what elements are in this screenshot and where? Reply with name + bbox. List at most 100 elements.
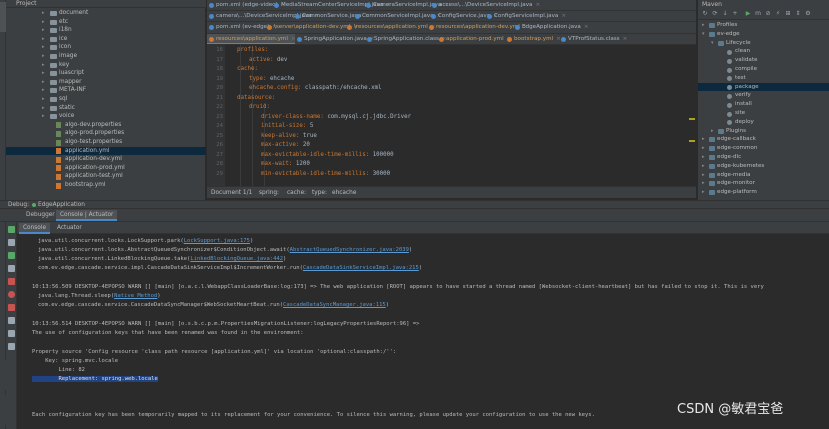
chevron-right-icon[interactable]: ▸ xyxy=(42,18,45,27)
editor-tab[interactable]: EdgeApplication.java × xyxy=(513,22,589,33)
maven-tree-item[interactable]: ▸ edge-kubernetes xyxy=(698,162,829,171)
project-tree-item[interactable]: ▸ mapper xyxy=(6,78,206,87)
project-tree-item[interactable]: ▸ sql xyxy=(6,95,206,104)
chevron-right-icon[interactable]: ▸ xyxy=(702,153,705,162)
close-icon[interactable]: × xyxy=(535,2,540,8)
chevron-right-icon[interactable]: ▸ xyxy=(702,144,705,153)
rerun-icon[interactable] xyxy=(8,226,15,233)
run-icon[interactable]: ▶ xyxy=(744,10,752,18)
tab-actuator[interactable]: Actuator xyxy=(53,223,86,234)
editor-tab[interactable]: bootstrap.yml × xyxy=(505,34,561,44)
stacktrace-link[interactable]: LinkedBlockingQueue.java:442 xyxy=(190,256,283,262)
pin-tab-icon[interactable] xyxy=(8,343,15,350)
editor-tab[interactable]: resources\application-dev.yml × xyxy=(427,22,528,33)
show-dependencies-icon[interactable]: ⊞ xyxy=(784,10,792,18)
breadcrumb-item[interactable]: spring: xyxy=(259,187,279,199)
project-tree-item[interactable]: application-test.yml xyxy=(6,172,206,181)
generate-sources-icon[interactable]: ⟳ xyxy=(711,10,719,18)
get-thread-dump-icon[interactable] xyxy=(8,317,15,324)
maven-tree-item[interactable]: compile xyxy=(698,65,829,74)
project-tree-item[interactable]: algo-prod.properties xyxy=(6,129,206,138)
editor-tab[interactable]: CommonServiceImpl.java × xyxy=(353,11,441,21)
settings-icon[interactable] xyxy=(8,330,15,337)
chevron-right-icon[interactable]: ▸ xyxy=(702,188,705,197)
stacktrace-link[interactable]: AbstractQueuedSynchronizer.java:2039 xyxy=(290,247,409,253)
project-tree-item[interactable]: application-prod.yml xyxy=(6,164,206,173)
chevron-down-icon[interactable]: ▾ xyxy=(711,39,714,48)
chevron-right-icon[interactable]: ▸ xyxy=(702,179,705,188)
project-tree-item[interactable]: ▸ static xyxy=(6,104,206,113)
maven-tree-item[interactable]: ▸ edge-monitor xyxy=(698,179,829,188)
project-tree-item[interactable]: ▸ image xyxy=(6,52,206,61)
maven-tree-item[interactable]: ▸ edge-platform xyxy=(698,188,829,197)
code-editor[interactable]: 16 17 18 19 20 21 22 23 24 25 26 27 28 29 profiles: ac… xyxy=(207,45,696,186)
close-icon[interactable]: × xyxy=(623,36,628,42)
editor-tab[interactable]: CommonService.java × xyxy=(293,11,369,21)
chevron-right-icon[interactable]: ▸ xyxy=(42,9,45,18)
mute-breakpoints-icon[interactable] xyxy=(8,304,15,311)
maven-tree-item[interactable]: validate xyxy=(698,56,829,65)
project-tree-item[interactable]: ▸ luascript xyxy=(6,69,206,78)
chevron-right-icon[interactable]: ▸ xyxy=(42,26,45,35)
project-tree-item[interactable]: application-dev.yml xyxy=(6,155,206,164)
editor-tab[interactable]: MediaStreamCenterServiceImpl.java × xyxy=(272,0,391,10)
project-tree-item[interactable]: ▸ etc xyxy=(6,18,206,27)
close-icon[interactable]: × xyxy=(584,24,589,30)
maven-tree-item[interactable]: ▾ ev-edge xyxy=(698,30,829,39)
project-tree-item[interactable]: ▸ icon xyxy=(6,43,206,52)
maven-tree-item[interactable]: install xyxy=(698,100,829,109)
maven-tree-item[interactable]: ▸ Plugins xyxy=(698,127,829,136)
project-tree-item[interactable]: ▸ ice xyxy=(6,35,206,44)
breadcrumb-item[interactable]: Document 1/1 xyxy=(211,187,252,199)
project-tree-item[interactable]: algo-test.properties xyxy=(6,138,206,147)
chevron-down-icon[interactable]: ▾ xyxy=(702,30,705,39)
maven-tree-item[interactable]: clean xyxy=(698,47,829,56)
project-tree-item[interactable]: ▸ voice xyxy=(6,112,206,121)
editor-tab[interactable]: resources\application.yml × xyxy=(207,34,296,44)
maven-tree-item[interactable]: deploy xyxy=(698,118,829,127)
project-tree-item[interactable]: application.yml xyxy=(6,146,206,156)
chevron-right-icon[interactable]: ▸ xyxy=(42,52,45,61)
chevron-right-icon[interactable]: ▸ xyxy=(42,69,45,78)
chevron-right-icon[interactable]: ▸ xyxy=(702,171,705,180)
chevron-right-icon[interactable]: ▸ xyxy=(42,95,45,104)
chevron-right-icon[interactable]: ▸ xyxy=(42,43,45,52)
editor-tab[interactable]: ConfigServiceImpl.java × xyxy=(485,11,566,21)
maven-tree-item[interactable]: ▸ edge-common xyxy=(698,144,829,153)
chevron-right-icon[interactable]: ▸ xyxy=(702,162,705,171)
maven-tree-item[interactable]: test xyxy=(698,74,829,83)
scrollbar-warning-marker[interactable] xyxy=(689,118,695,120)
view-breakpoints-icon[interactable] xyxy=(8,291,15,298)
maven-tree-item[interactable]: ▸ edge-dlc xyxy=(698,153,829,162)
stop-icon[interactable] xyxy=(8,278,15,285)
settings-icon[interactable]: ⚙ xyxy=(804,10,812,18)
project-tree-item[interactable]: ▸ key xyxy=(6,61,206,70)
editor-tab[interactable]: access\...\DeviceServiceImpl.java × xyxy=(430,0,540,10)
stacktrace-link[interactable]: Native Method xyxy=(114,293,157,299)
skip-tests-icon[interactable]: ⚡ xyxy=(774,10,782,18)
editor-tab[interactable]: SpringApplication.java × xyxy=(295,34,375,44)
project-tree-item[interactable]: ▸ i18n xyxy=(6,26,206,35)
chevron-right-icon[interactable]: ▸ xyxy=(42,78,45,87)
chevron-right-icon[interactable]: ▸ xyxy=(42,104,45,113)
maven-tree-item[interactable]: site xyxy=(698,109,829,118)
maven-tree-item[interactable]: ▸ edge-media xyxy=(698,171,829,180)
editor-tab[interactable]: SpringApplication.class × xyxy=(365,34,447,44)
editor-tab[interactable]: CameraServiceImpl.java × xyxy=(364,0,449,10)
modify-run-config-icon[interactable] xyxy=(8,239,15,246)
execute-goal-icon[interactable]: m xyxy=(754,10,762,18)
toggle-offline-icon[interactable]: ⊘ xyxy=(764,10,772,18)
editor-tab[interactable]: \server\application-dev.yml × xyxy=(265,22,358,33)
stacktrace-link[interactable]: CascadeDataSinkServiceImpl.java:215 xyxy=(303,265,419,271)
chevron-right-icon[interactable]: ▸ xyxy=(42,86,45,95)
stacktrace-link[interactable]: CascadeDataSyncManager.java:115 xyxy=(283,302,386,308)
project-tree-item[interactable]: bootstrap.yml xyxy=(6,181,206,190)
maven-tree-item[interactable]: verify xyxy=(698,91,829,100)
maven-tree-item[interactable]: ▸ edge-callback xyxy=(698,135,829,144)
reload-icon[interactable]: ↻ xyxy=(701,10,709,18)
tab-console[interactable]: Console xyxy=(19,223,51,234)
stacktrace-link[interactable]: LockSupport.java:175 xyxy=(184,238,250,244)
editor-tab[interactable]: VTProfStatus.class × xyxy=(559,34,629,44)
project-tree-item[interactable]: ▸ META-INF xyxy=(6,86,206,95)
collapse-all-icon[interactable]: ⇕ xyxy=(794,10,802,18)
